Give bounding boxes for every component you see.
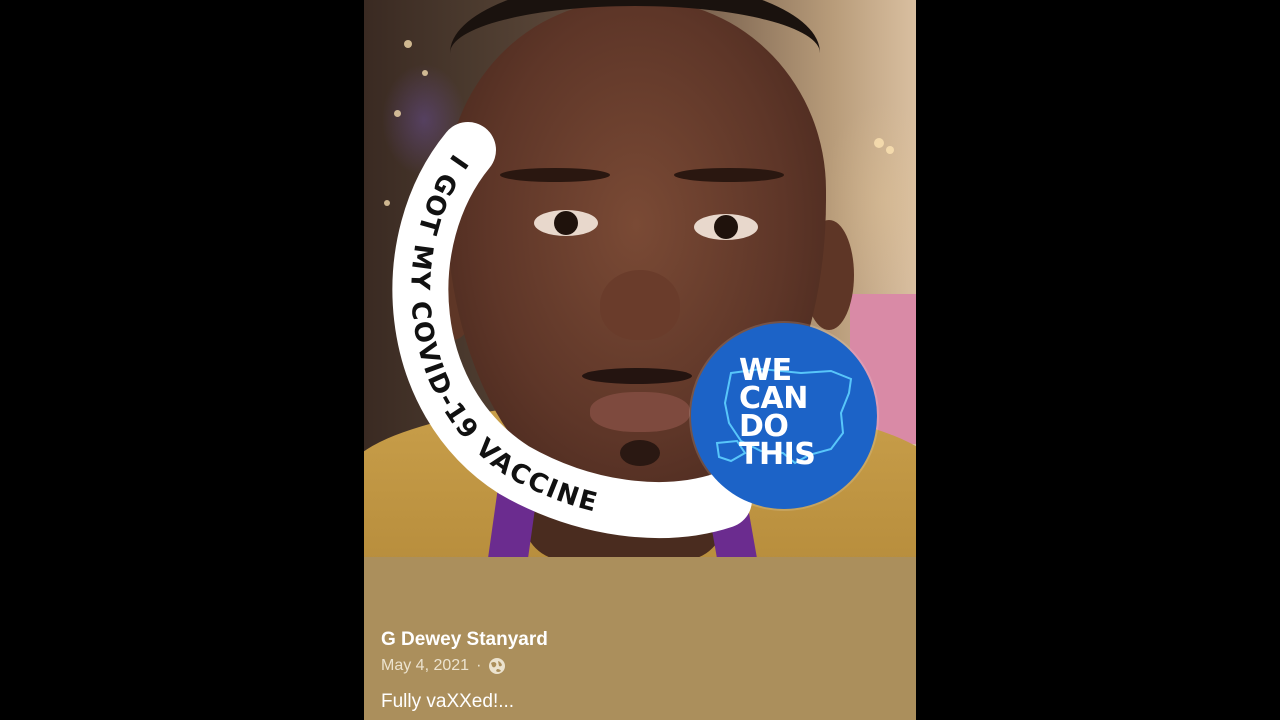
profile-photo[interactable]: I GOT MY COVID-19 VACCINE WE CAN DO THIS [364,0,916,557]
author-name[interactable]: G Dewey Stanyard [381,629,548,651]
badge-line: THIS [739,437,816,472]
post-meta: May 4, 2021 · [381,657,506,675]
video-frame: I GOT MY COVID-19 VACCINE WE CAN DO THIS… [0,0,1280,720]
post-caption: G Dewey Stanyard May 4, 2021 · Fully vaX… [364,557,916,720]
post-text: Fully vaXXed!... [381,691,515,712]
globe-icon[interactable] [488,657,506,675]
badge-text: WE CAN DO THIS [739,356,816,472]
frame-ring-text: I GOT MY COVID-19 VACCINE [404,149,601,519]
meta-separator: · [476,657,482,674]
frame-ring [392,122,752,538]
we-can-do-this-badge: WE CAN DO THIS [691,323,877,509]
post-date[interactable]: May 4, 2021 [381,657,469,675]
post-screenshot: I GOT MY COVID-19 VACCINE WE CAN DO THIS… [364,0,916,720]
